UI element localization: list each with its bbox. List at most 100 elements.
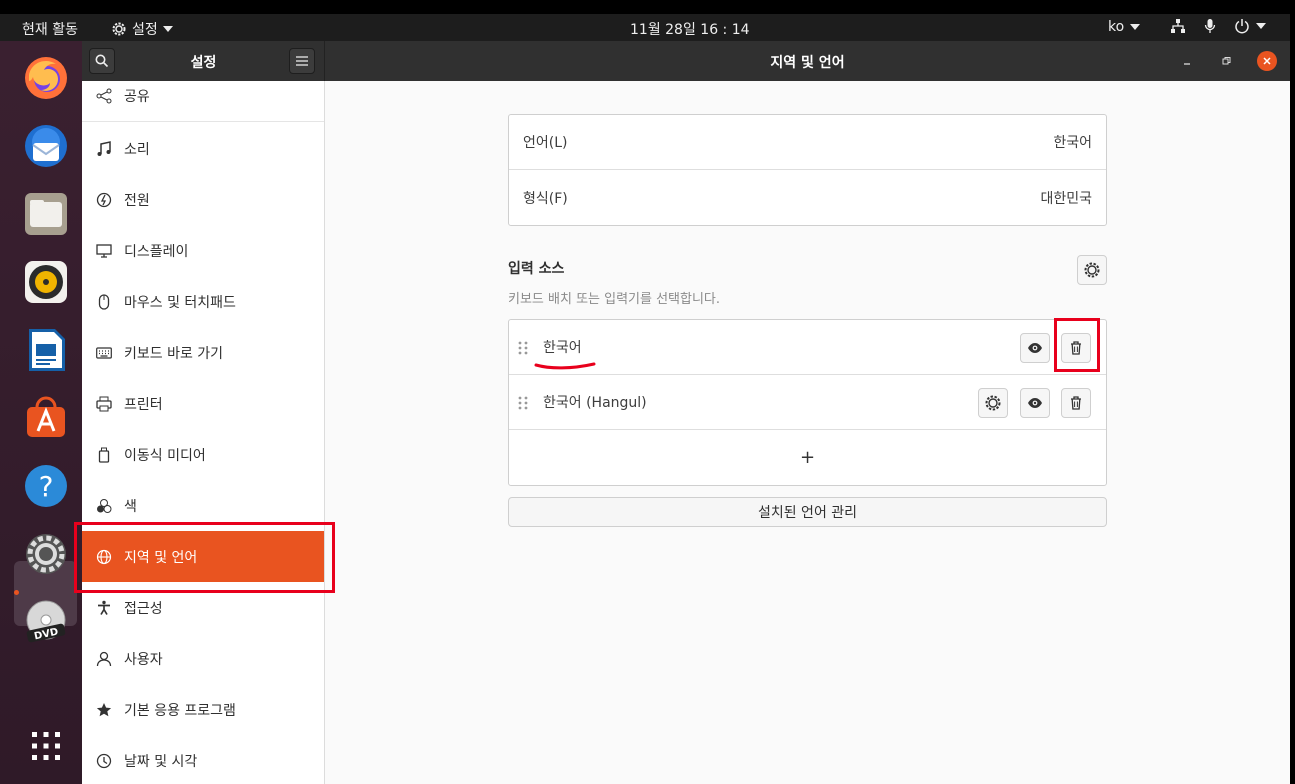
maximize-button[interactable] <box>1218 53 1234 69</box>
formats-row[interactable]: 형식(F) 대한민국 <box>509 170 1106 225</box>
sidebar-item-printers[interactable]: 프린터 <box>82 378 324 429</box>
sidebar-item-label: 마우스 및 터치패드 <box>124 294 236 311</box>
keyboard-icon <box>96 346 112 359</box>
network-icon <box>1171 19 1185 33</box>
clock-icon <box>96 753 112 768</box>
close-button[interactable] <box>1257 51 1277 71</box>
sidebar-item-users[interactable]: 사용자 <box>82 633 324 684</box>
star-icon <box>96 702 112 716</box>
language-value: 한국어 <box>1053 135 1092 151</box>
add-input-source-button[interactable]: + <box>509 430 1106 485</box>
language-row[interactable]: 언어(L) 한국어 <box>509 115 1106 170</box>
files-icon[interactable] <box>23 191 69 237</box>
accessibility-icon <box>98 600 110 615</box>
view-layout-button[interactable] <box>1020 333 1050 363</box>
language-code: ko <box>1108 19 1125 35</box>
power-icon <box>1235 19 1249 34</box>
running-indicator <box>14 590 19 595</box>
microphone-icon <box>1204 19 1216 33</box>
page-title: 지역 및 언어 <box>770 55 845 71</box>
display-icon <box>96 243 112 258</box>
settings-icon[interactable] <box>23 531 69 577</box>
sidebar-item-label: 이동식 미디어 <box>124 447 206 464</box>
formats-value: 대한민국 <box>1040 190 1092 207</box>
rhythmbox-icon[interactable] <box>23 259 69 305</box>
sidebar-item-power[interactable]: 전원 <box>82 174 324 225</box>
restore-icon <box>1222 57 1231 65</box>
formats-label: 형식(F) <box>523 190 568 207</box>
chevron-down-icon <box>1256 23 1266 29</box>
help-icon[interactable]: ? <box>23 463 69 509</box>
clock[interactable]: 11월 28일 16 : 14 <box>630 19 750 39</box>
input-source-settings-button[interactable] <box>978 388 1008 418</box>
sidebar-item-default-apps[interactable]: 기본 응용 프로그램 <box>82 684 324 735</box>
drag-handle-icon[interactable] <box>517 395 529 411</box>
app-menu-label: 설정 <box>132 22 158 38</box>
sidebar-item-mouse[interactable]: 마우스 및 터치패드 <box>82 276 324 327</box>
printer-icon <box>96 396 112 411</box>
sidebar-item-sound[interactable]: 소리 <box>82 123 324 174</box>
sidebar-item-label: 날짜 및 시각 <box>124 753 198 770</box>
gear-icon <box>985 395 1001 411</box>
sidebar-item-keyboard[interactable]: 키보드 바로 가기 <box>82 327 324 378</box>
sidebar-item-displays[interactable]: 디스플레이 <box>82 225 324 276</box>
removable-media-icon <box>98 447 110 463</box>
manage-languages-button[interactable]: 설치된 언어 관리 <box>508 497 1107 527</box>
chevron-down-icon <box>162 26 173 32</box>
svg-text:?: ? <box>39 470 54 503</box>
thunderbird-icon[interactable] <box>23 123 69 169</box>
sidebar-item-label: 키보드 바로 가기 <box>124 345 224 362</box>
settings-gear-icon <box>112 22 126 36</box>
sidebar-item-sharing[interactable]: 공유 <box>82 81 324 122</box>
trash-icon <box>1071 396 1081 410</box>
input-sources-subtitle: 키보드 배치 또는 입력기를 선택합니다. <box>508 292 721 307</box>
input-language-indicator[interactable]: ko <box>1108 19 1141 35</box>
menu-button[interactable] <box>289 48 315 74</box>
annotation-box-trash <box>1054 318 1100 372</box>
sidebar-item-label: 접근성 <box>124 600 163 617</box>
activities-button[interactable]: 현재 활동 <box>22 19 78 39</box>
software-center-icon[interactable] <box>23 395 69 441</box>
top-bar: 현재 활동 설정 11월 28일 16 : 14 ko <box>0 14 1290 41</box>
sidebar-item-label: 기본 응용 프로그램 <box>124 702 236 719</box>
minimize-button[interactable] <box>1179 53 1195 69</box>
sidebar-item-date-time[interactable]: 날짜 및 시각 <box>82 735 324 784</box>
language-label: 언어(L) <box>523 135 568 151</box>
input-sources-title: 입력 소스 <box>508 261 565 277</box>
add-icon: + <box>799 447 816 468</box>
input-sources-list: 한국어 한국어 (Hangul) + <box>508 319 1107 486</box>
sidebar-item-label: 공유 <box>124 89 150 105</box>
system-tray[interactable] <box>1170 18 1266 34</box>
settings-window: 설정 지역 및 언어 공유 소리 전원 디스플레이 마우스 및 터치패드 키보드… <box>74 41 1290 784</box>
minimize-icon <box>1184 63 1190 65</box>
app-menu[interactable]: 설정 <box>111 19 173 39</box>
input-source-row[interactable]: 한국어 <box>509 320 1106 375</box>
input-source-label: 한국어 (Hangul) <box>543 395 647 411</box>
mouse-icon <box>98 293 110 310</box>
drag-handle-icon[interactable] <box>517 340 529 356</box>
color-icon <box>97 498 112 513</box>
sidebar-item-removable-media[interactable]: 이동식 미디어 <box>82 429 324 480</box>
power-icon <box>96 192 112 207</box>
eye-icon <box>1028 398 1042 408</box>
libreoffice-writer-icon[interactable] <box>23 327 69 373</box>
sidebar: 공유 소리 전원 디스플레이 마우스 및 터치패드 키보드 바로 가기 프린터 <box>82 81 325 784</box>
dvd-player-icon[interactable]: DVD <box>23 599 69 645</box>
header-bar: 설정 지역 및 언어 <box>82 41 1290 81</box>
remove-input-source-button[interactable] <box>1061 388 1091 418</box>
sidebar-item-label: 전원 <box>124 192 150 209</box>
annotation-underline <box>534 362 596 370</box>
show-applications-icon[interactable] <box>23 723 69 769</box>
sidebar-header: 설정 <box>82 41 325 81</box>
input-source-label: 한국어 <box>543 340 582 356</box>
sidebar-item-label: 디스플레이 <box>124 243 189 260</box>
input-sources-options-button[interactable] <box>1077 255 1107 285</box>
view-layout-button[interactable] <box>1020 388 1050 418</box>
user-icon <box>96 651 112 666</box>
input-source-row[interactable]: 한국어 (Hangul) <box>509 375 1106 430</box>
dock: ? DVD <box>0 41 82 784</box>
firefox-icon[interactable] <box>23 55 69 101</box>
sidebar-item-label: 색 <box>124 498 137 515</box>
sidebar-item-label: 사용자 <box>124 651 163 668</box>
sidebar-item-label: 프린터 <box>124 396 163 413</box>
